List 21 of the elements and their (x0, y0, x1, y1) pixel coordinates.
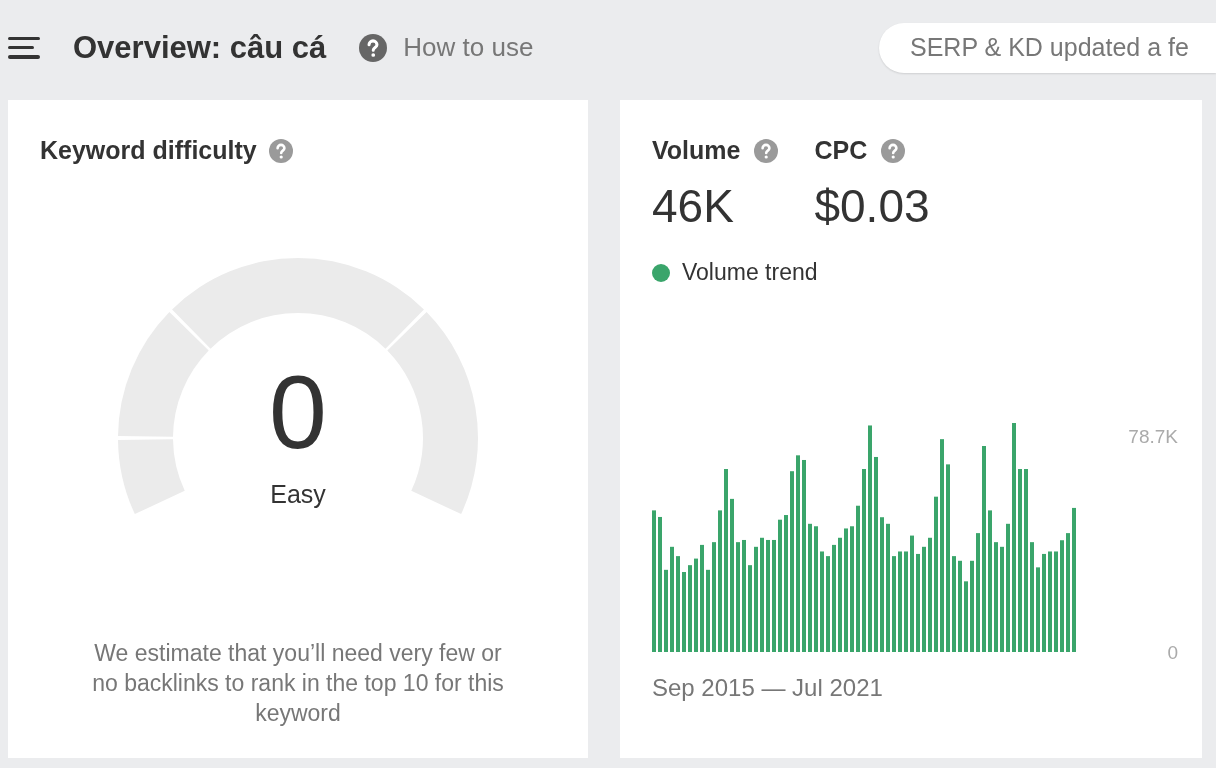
description-text: We estimate that you’ll need very few or no backlinks to rank in the top 10 for this keyword (91, 639, 505, 728)
metric-label: Volume (652, 136, 741, 165)
metric-label: CPC (814, 136, 868, 165)
date-range: Sep 2015 — Jul 2021 (652, 674, 884, 702)
help-link[interactable]: How to use (359, 32, 534, 63)
metric-value: $0.03 (814, 179, 930, 233)
help-icon (268, 138, 293, 163)
difficulty-score: 0 (269, 362, 327, 462)
help-icon (881, 138, 906, 163)
help-icon (754, 138, 779, 163)
axis-tick-label: 78.7K (1128, 426, 1178, 448)
legend-label: Volume trend (682, 259, 818, 286)
difficulty-rating: Easy (270, 480, 326, 509)
card-title: Keyword difficulty (40, 136, 257, 165)
axis-tick-label: 0 (1167, 642, 1178, 660)
status-pill: SERP & KD updated a fe (879, 22, 1216, 73)
page-title: Overview: câu cá (73, 29, 327, 66)
menu-icon[interactable] (8, 36, 40, 59)
volume-bar (964, 581, 968, 652)
help-icon (359, 33, 388, 62)
metric-value: 46K (652, 179, 735, 233)
